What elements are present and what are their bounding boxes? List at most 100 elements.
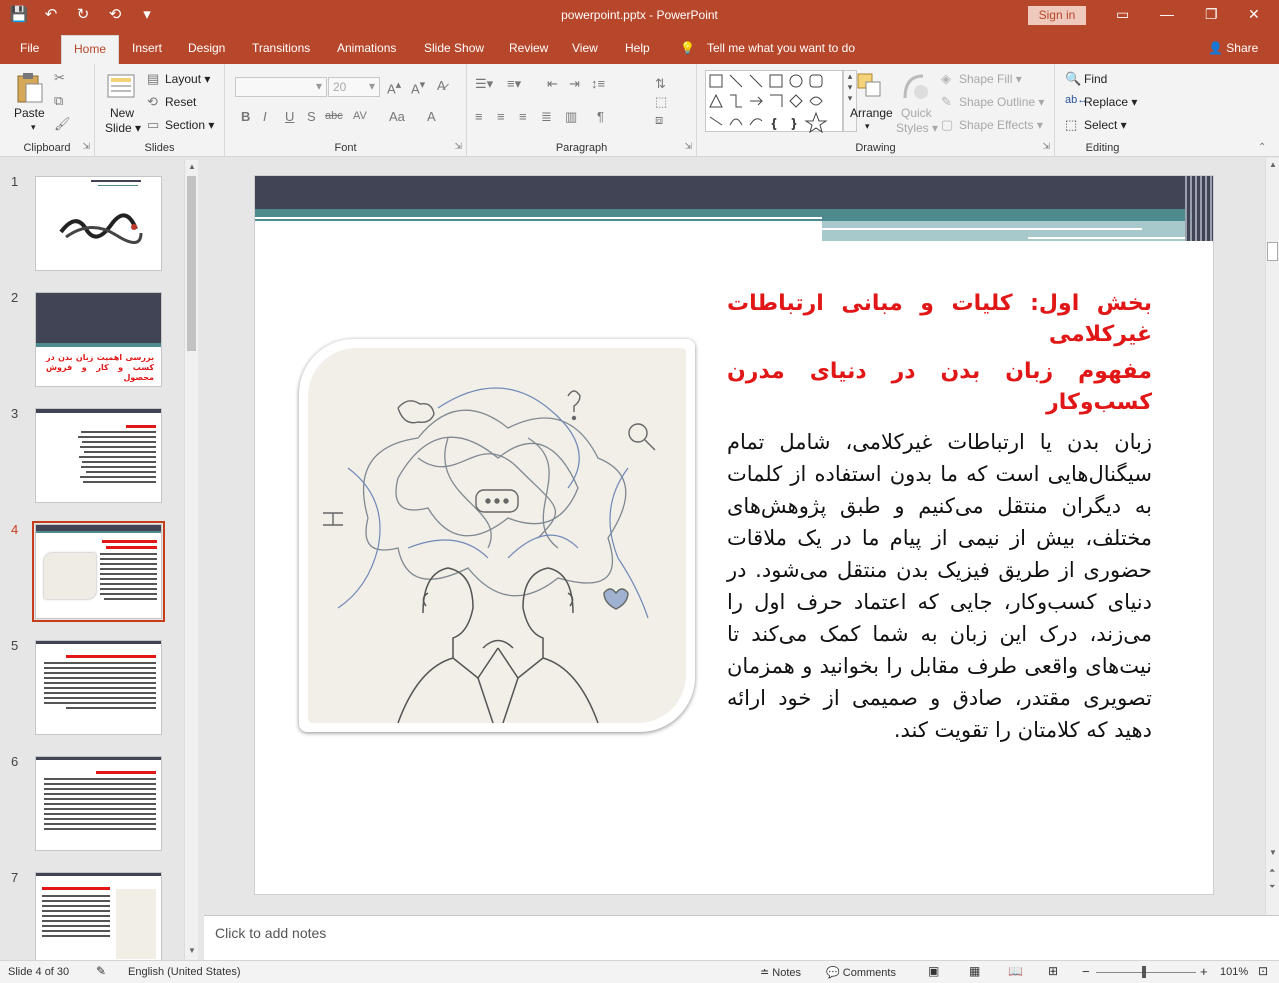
justify-icon[interactable]: ≣: [541, 109, 552, 125]
text-direction-icon[interactable]: ⇅: [655, 76, 666, 92]
slide-thumbnail-6[interactable]: [35, 756, 162, 851]
notes-toggle[interactable]: ≐ Notes: [760, 966, 801, 979]
shadow-button[interactable]: S: [307, 109, 316, 124]
line-spacing-icon[interactable]: ↕≡: [591, 76, 605, 91]
slide-sorter-icon[interactable]: ▦: [969, 964, 980, 978]
reading-view-icon[interactable]: 📖: [1008, 964, 1023, 978]
align-text-icon[interactable]: ⬚: [655, 94, 667, 110]
normal-view-icon[interactable]: ▣: [928, 964, 939, 978]
rtl-icon[interactable]: ¶: [597, 109, 604, 124]
slide-thumbnail-1[interactable]: [35, 176, 162, 271]
new-slide-dropdown[interactable]: Slide ▾: [105, 121, 141, 135]
new-slide-button[interactable]: New: [110, 106, 134, 120]
restore-icon[interactable]: ❐: [1205, 6, 1218, 23]
current-slide[interactable]: بخش اول: کلیات و مبانی ارتباطات غیرکلامی…: [254, 175, 1214, 895]
quick-styles-button[interactable]: Quick: [901, 106, 932, 120]
tab-help[interactable]: Help: [625, 41, 650, 55]
collapse-ribbon-icon[interactable]: ⌃: [1258, 142, 1266, 153]
editor-scroll-thumb[interactable]: [1267, 242, 1278, 261]
language-indicator[interactable]: English (United States): [128, 966, 241, 978]
paste-dropdown-icon[interactable]: ▾: [31, 122, 36, 133]
copy-icon[interactable]: ⧉: [54, 93, 63, 109]
paragraph-launcher-icon[interactable]: ⇲: [684, 141, 692, 152]
close-icon[interactable]: ✕: [1248, 6, 1260, 23]
shape-outline-button[interactable]: Shape Outline ▾: [959, 95, 1044, 109]
change-case-button[interactable]: Aa: [389, 109, 405, 124]
share-button[interactable]: 👤 Share: [1208, 41, 1258, 55]
minimize-icon[interactable]: —: [1160, 6, 1174, 22]
ribbon-display-options-icon[interactable]: ▭: [1116, 6, 1129, 23]
find-button[interactable]: Find: [1084, 72, 1107, 86]
bullets-icon[interactable]: ☰▾: [475, 76, 493, 92]
slide-thumbnail-3[interactable]: [35, 408, 162, 503]
align-right-icon[interactable]: ≡: [519, 109, 527, 124]
previous-slide-icon[interactable]: ⏶: [1269, 866, 1275, 876]
align-center-icon[interactable]: ≡: [497, 109, 505, 124]
columns-icon[interactable]: ▥: [565, 109, 577, 125]
fit-to-window-icon[interactable]: ⊡: [1258, 964, 1268, 978]
tab-file[interactable]: File: [20, 41, 39, 55]
shapes-gallery[interactable]: {}: [705, 70, 843, 134]
character-spacing-button[interactable]: AV: [353, 110, 367, 122]
tab-review[interactable]: Review: [509, 41, 548, 55]
thumbnail-scrollbar[interactable]: ▲ ▼: [184, 160, 198, 960]
slide-thumbnail-5[interactable]: [35, 640, 162, 735]
comments-toggle[interactable]: 💬 Comments: [826, 966, 896, 979]
zoom-in-icon[interactable]: +: [1200, 964, 1208, 979]
align-left-icon[interactable]: ≡: [475, 109, 483, 124]
clipboard-launcher-icon[interactable]: ⇲: [82, 141, 90, 152]
tab-insert[interactable]: Insert: [132, 41, 162, 55]
zoom-slider-thumb[interactable]: [1142, 966, 1146, 978]
slide-heading-1[interactable]: بخش اول: کلیات و مبانی ارتباطات غیرکلامی: [727, 288, 1152, 350]
format-painter-icon[interactable]: 🖌: [54, 116, 71, 132]
slide-heading-2[interactable]: مفهوم زبان بدن در دنیای مدرن کسب‌وکار: [727, 356, 1152, 418]
underline-button[interactable]: U: [285, 109, 294, 124]
italic-button[interactable]: I: [263, 109, 267, 124]
arrange-dropdown-icon[interactable]: ▾: [865, 121, 870, 132]
zoom-slider[interactable]: [1096, 972, 1196, 973]
slide-image-frame[interactable]: [299, 339, 695, 732]
zoom-level[interactable]: 101%: [1220, 966, 1248, 978]
bold-button[interactable]: B: [241, 109, 250, 124]
smartart-icon[interactable]: ⧈: [655, 112, 663, 128]
tab-slide-show[interactable]: Slide Show: [424, 41, 484, 55]
editor-scrollbar[interactable]: ▲ ▼ ⏶ ⏷: [1265, 158, 1279, 915]
font-launcher-icon[interactable]: ⇲: [454, 141, 462, 152]
quick-styles-dropdown[interactable]: Styles ▾: [896, 121, 938, 135]
tab-design[interactable]: Design: [188, 41, 225, 55]
tell-me-search[interactable]: 💡 Tell me what you want to do: [680, 41, 855, 55]
numbering-icon[interactable]: ≡▾: [507, 76, 521, 92]
shape-fill-button[interactable]: Shape Fill ▾: [959, 72, 1022, 86]
replace-button[interactable]: Replace ▾: [1084, 95, 1137, 109]
arrange-button[interactable]: Arrange: [850, 106, 893, 120]
next-slide-icon[interactable]: ⏷: [1269, 882, 1275, 892]
tab-animations[interactable]: Animations: [337, 41, 396, 55]
slide-thumbnail-4[interactable]: [32, 521, 165, 622]
slide-body-text[interactable]: زبان بدن یا ارتباطات غیرکلامی، شامل تمام…: [727, 426, 1152, 746]
font-color-button[interactable]: A: [427, 109, 436, 124]
slide-thumbnail-2[interactable]: بررسی اهمیت زبان بدن در کسب و کار و فروش…: [35, 292, 162, 387]
reset-button[interactable]: Reset: [165, 95, 196, 109]
sign-in-button[interactable]: Sign in: [1028, 6, 1086, 25]
decrease-font-icon[interactable]: A▾: [411, 78, 425, 96]
slideshow-view-icon[interactable]: ⊞: [1048, 964, 1058, 978]
paste-button[interactable]: Paste: [14, 106, 45, 120]
font-name-combo[interactable]: ▾: [235, 77, 327, 97]
tab-transitions[interactable]: Transitions: [252, 41, 310, 55]
section-button[interactable]: Section ▾: [165, 118, 214, 132]
quick-styles-icon[interactable]: [901, 72, 931, 102]
cut-icon[interactable]: ✂: [54, 70, 65, 86]
new-slide-icon[interactable]: [107, 72, 137, 102]
strikethrough-button[interactable]: abc: [325, 110, 343, 122]
decrease-indent-icon[interactable]: ⇤: [547, 76, 558, 92]
spell-check-icon[interactable]: ✎: [96, 964, 106, 978]
paste-icon[interactable]: [14, 72, 44, 103]
zoom-out-icon[interactable]: −: [1082, 964, 1090, 979]
thumbnail-scroll-thumb[interactable]: [187, 176, 196, 351]
shape-effects-button[interactable]: Shape Effects ▾: [959, 118, 1043, 132]
increase-font-icon[interactable]: A▴: [387, 78, 401, 96]
select-button[interactable]: Select ▾: [1084, 118, 1127, 132]
notes-pane[interactable]: Click to add notes: [204, 915, 1279, 960]
arrange-icon[interactable]: [856, 72, 886, 102]
layout-button[interactable]: Layout ▾: [165, 72, 210, 86]
